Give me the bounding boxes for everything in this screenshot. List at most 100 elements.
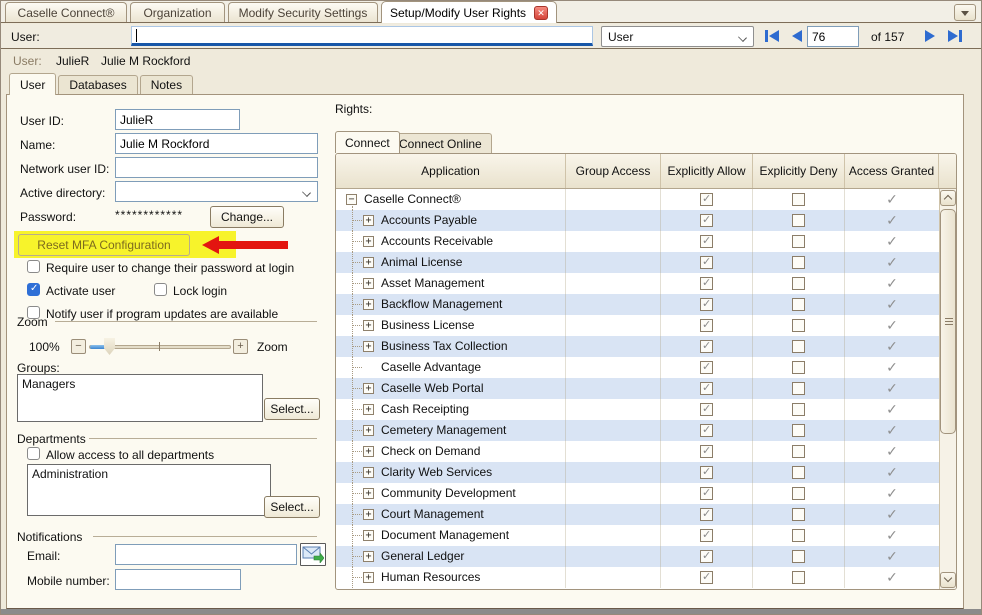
allow-all-departments-checkbox[interactable] — [27, 447, 40, 460]
user-search-input[interactable] — [131, 26, 593, 46]
table-row[interactable]: + Backflow Management ✓ — [336, 294, 939, 315]
record-position-input[interactable] — [807, 26, 859, 47]
vertical-scrollbar[interactable] — [939, 189, 956, 589]
table-row[interactable]: + Business License ✓ — [336, 315, 939, 336]
groups-listbox[interactable]: Managers — [17, 374, 263, 422]
reset-mfa-configuration-button[interactable]: Reset MFA Configuration — [18, 234, 190, 256]
tree-expander-icon[interactable]: + — [363, 236, 374, 247]
next-record-button[interactable] — [925, 30, 935, 42]
table-row[interactable]: + Caselle Web Portal ✓ — [336, 378, 939, 399]
departments-select-button[interactable]: Select... — [264, 496, 320, 518]
explicitly-allow-checkbox[interactable] — [700, 403, 713, 416]
list-item[interactable]: Managers — [22, 377, 258, 391]
name-input[interactable] — [115, 133, 318, 154]
tab-user[interactable]: User — [9, 73, 56, 95]
explicitly-allow-checkbox[interactable] — [700, 277, 713, 290]
table-row[interactable]: + Asset Management ✓ — [336, 273, 939, 294]
explicitly-allow-checkbox[interactable] — [700, 571, 713, 584]
explicitly-deny-checkbox[interactable] — [792, 256, 805, 269]
tree-expander-icon[interactable]: + — [363, 320, 374, 331]
explicitly-allow-checkbox[interactable] — [700, 445, 713, 458]
table-row[interactable]: + Check on Demand ✓ — [336, 441, 939, 462]
table-row[interactable]: − Caselle Connect® ✓ — [336, 189, 939, 210]
first-record-button[interactable] — [765, 30, 779, 42]
tab-connect-online[interactable]: Connect Online — [389, 133, 492, 153]
explicitly-deny-checkbox[interactable] — [792, 466, 805, 479]
explicitly-deny-checkbox[interactable] — [792, 214, 805, 227]
explicitly-deny-checkbox[interactable] — [792, 361, 805, 374]
explicitly-deny-checkbox[interactable] — [792, 424, 805, 437]
scrollbar-thumb[interactable] — [940, 209, 956, 434]
explicitly-deny-checkbox[interactable] — [792, 403, 805, 416]
table-row[interactable]: Caselle Advantage ✓ — [336, 357, 939, 378]
previous-record-button[interactable] — [792, 30, 802, 42]
search-field-combo[interactable]: User — [601, 26, 754, 47]
explicitly-allow-checkbox[interactable] — [700, 193, 713, 206]
tab-databases[interactable]: Databases — [58, 75, 137, 94]
zoom-minus-button[interactable]: − — [71, 339, 86, 354]
require-password-change-checkbox[interactable] — [27, 260, 40, 273]
tree-expander-icon[interactable]: + — [363, 530, 374, 541]
explicitly-allow-checkbox[interactable] — [700, 256, 713, 269]
tree-expander-icon[interactable]: + — [363, 446, 374, 457]
tree-expander-icon[interactable]: + — [363, 551, 374, 562]
tree-expander-icon[interactable]: + — [363, 509, 374, 520]
explicitly-deny-checkbox[interactable] — [792, 571, 805, 584]
table-row[interactable]: + Human Resources ✓ — [336, 567, 939, 588]
close-tab-icon[interactable]: ✕ — [534, 6, 548, 20]
explicitly-allow-checkbox[interactable] — [700, 340, 713, 353]
table-row[interactable]: + Clarity Web Services ✓ — [336, 462, 939, 483]
tab-list-dropdown-button[interactable] — [954, 4, 976, 21]
tree-expander-icon[interactable]: + — [363, 257, 374, 268]
tree-expander-icon[interactable]: + — [363, 215, 374, 226]
explicitly-allow-checkbox[interactable] — [700, 361, 713, 374]
explicitly-allow-checkbox[interactable] — [700, 382, 713, 395]
scroll-down-button[interactable] — [940, 572, 956, 588]
explicitly-deny-checkbox[interactable] — [792, 445, 805, 458]
send-email-button[interactable] — [300, 543, 326, 566]
explicitly-deny-checkbox[interactable] — [792, 193, 805, 206]
table-row[interactable]: + Cash Receipting ✓ — [336, 399, 939, 420]
window-tab-caselle-connect[interactable]: Caselle Connect® — [5, 2, 127, 22]
tree-expander-icon[interactable]: + — [363, 425, 374, 436]
table-row[interactable]: + Accounts Payable ✓ — [336, 210, 939, 231]
table-row[interactable]: + Document Management ✓ — [336, 525, 939, 546]
table-row[interactable]: + Business Tax Collection ✓ — [336, 336, 939, 357]
tree-expander-icon[interactable]: + — [363, 467, 374, 478]
explicitly-allow-checkbox[interactable] — [700, 508, 713, 521]
explicitly-deny-checkbox[interactable] — [792, 319, 805, 332]
tab-connect[interactable]: Connect — [335, 131, 400, 153]
explicitly-deny-checkbox[interactable] — [792, 508, 805, 521]
zoom-slider-thumb[interactable] — [104, 338, 115, 355]
table-row[interactable]: + General Ledger ✓ — [336, 546, 939, 567]
last-record-button[interactable] — [948, 30, 962, 42]
table-row[interactable]: + Cemetery Management ✓ — [336, 420, 939, 441]
window-tab-organization[interactable]: Organization — [130, 2, 225, 22]
explicitly-deny-checkbox[interactable] — [792, 382, 805, 395]
explicitly-deny-checkbox[interactable] — [792, 298, 805, 311]
email-input[interactable] — [115, 544, 297, 565]
table-row[interactable]: + Accounts Receivable ✓ — [336, 231, 939, 252]
explicitly-allow-checkbox[interactable] — [700, 487, 713, 500]
explicitly-deny-checkbox[interactable] — [792, 277, 805, 290]
window-tab-setup-modify-user-rights[interactable]: Setup/Modify User Rights ✕ — [381, 1, 557, 23]
explicitly-deny-checkbox[interactable] — [792, 550, 805, 563]
tree-expander-icon[interactable]: + — [363, 341, 374, 352]
explicitly-deny-checkbox[interactable] — [792, 487, 805, 500]
departments-listbox[interactable]: Administration — [27, 464, 271, 516]
explicitly-deny-checkbox[interactable] — [792, 529, 805, 542]
zoom-plus-button[interactable]: + — [233, 339, 248, 354]
explicitly-allow-checkbox[interactable] — [700, 466, 713, 479]
explicitly-allow-checkbox[interactable] — [700, 424, 713, 437]
explicitly-allow-checkbox[interactable] — [700, 214, 713, 227]
explicitly-allow-checkbox[interactable] — [700, 319, 713, 332]
user-id-input[interactable] — [115, 109, 240, 130]
activate-user-checkbox[interactable] — [27, 283, 40, 296]
tree-expander-icon[interactable]: + — [363, 404, 374, 415]
tree-expander-icon[interactable]: − — [346, 194, 357, 205]
tree-expander-icon[interactable]: + — [363, 278, 374, 289]
groups-select-button[interactable]: Select... — [264, 398, 320, 420]
window-tab-modify-security-settings[interactable]: Modify Security Settings — [228, 2, 378, 22]
tab-notes[interactable]: Notes — [140, 75, 193, 94]
table-row[interactable]: + Court Management ✓ — [336, 504, 939, 525]
